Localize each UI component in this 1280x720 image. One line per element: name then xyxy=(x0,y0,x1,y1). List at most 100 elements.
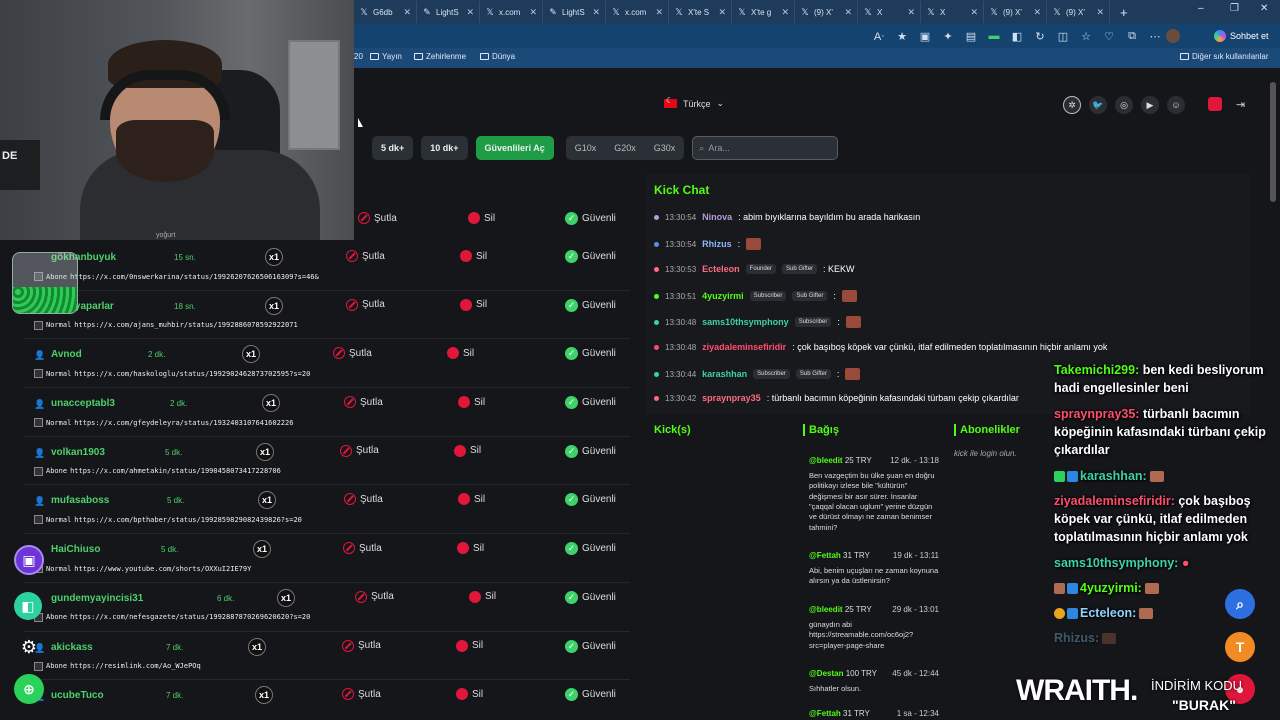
tab-close-icon[interactable]: ✕ xyxy=(907,7,915,18)
filter-10dk-button[interactable]: 10 dk+ xyxy=(421,136,468,160)
settings-gear-icon[interactable]: ⚙ xyxy=(14,632,44,662)
message-user[interactable]: ziyadaleminsefiridir xyxy=(702,342,786,352)
copilot-chat-button[interactable]: Sohbet et xyxy=(1210,27,1277,45)
sil-button[interactable]: Sil xyxy=(458,493,485,506)
sil-button[interactable]: Sil xyxy=(454,444,481,457)
row-username[interactable]: unacceptabl3 xyxy=(51,398,115,409)
row-url[interactable]: Normal https://x.com/gfeydeleyra/status/1… xyxy=(34,418,293,428)
favorite-star-icon[interactable]: ★ xyxy=(895,29,909,43)
split-screen-icon[interactable]: ◫ xyxy=(1056,29,1070,43)
tab-close-icon[interactable]: ✕ xyxy=(1033,7,1041,18)
tab-close-icon[interactable]: ✕ xyxy=(844,7,852,18)
browser-tab[interactable]: 𝕏 X'te g ✕ xyxy=(732,1,795,23)
youtube-icon[interactable]: ▶ xyxy=(1141,96,1159,114)
add-user-icon[interactable]: ⊕ xyxy=(14,674,44,704)
bookmark-yayin[interactable]: Yayın xyxy=(370,52,402,61)
bookmark-partial[interactable]: 20 xyxy=(354,52,363,61)
sutla-button[interactable]: Şutla xyxy=(358,212,397,224)
filter-5dk-button[interactable]: 5 dk+ xyxy=(372,136,414,160)
guvenli-button[interactable]: ✓ Güvenli xyxy=(565,590,616,604)
sil-button[interactable]: Sil xyxy=(458,396,485,409)
row-url[interactable]: Normal https://x.com/bpthaber/status/1992… xyxy=(34,515,302,525)
sil-button[interactable]: Sil xyxy=(460,250,487,262)
favorites-icon[interactable]: ☆ xyxy=(1079,29,1093,43)
guvenli-button[interactable]: ✓ Güvenli xyxy=(565,688,616,702)
heart-icon[interactable]: ♡ xyxy=(1102,29,1116,43)
message-user[interactable]: sams10thsymphony xyxy=(702,317,789,327)
guvenli-button[interactable]: ✓ Güvenli xyxy=(565,639,616,653)
instagram-icon[interactable]: ◎ xyxy=(1115,96,1133,114)
browser-tab[interactable]: 𝕏 (9) X' ✕ xyxy=(984,1,1047,23)
row-username[interactable]: mufasaboss xyxy=(51,495,109,506)
row-url[interactable]: Normal https://x.com/haskologlu/status/19… xyxy=(34,369,310,379)
sutla-button[interactable]: Şutla xyxy=(344,493,383,506)
sil-button[interactable]: Sil xyxy=(447,347,474,360)
guvenli-button[interactable]: ✓ Güvenli xyxy=(565,250,616,263)
new-tab-button[interactable]: + xyxy=(1110,5,1138,20)
message-user[interactable]: Ecteleon xyxy=(702,264,740,274)
guvenli-button[interactable]: ✓ Güvenli xyxy=(565,212,616,225)
message-user[interactable]: 4yuzyirmi xyxy=(702,291,744,301)
filter-g30x-button[interactable]: G30x xyxy=(645,143,685,153)
tab-close-icon[interactable]: ✕ xyxy=(655,7,663,18)
sutla-button[interactable]: Şutla xyxy=(344,396,383,409)
message-user[interactable]: Ninova xyxy=(702,212,732,222)
sutla-button[interactable]: Şutla xyxy=(342,688,381,701)
discord-icon[interactable]: ☺ xyxy=(1167,96,1185,114)
browser-tab[interactable]: 𝕏 X ✕ xyxy=(921,1,984,23)
sutla-button[interactable]: Şutla xyxy=(342,639,381,652)
message-user[interactable]: karashhan xyxy=(702,369,747,379)
refresh-icon[interactable]: ↻ xyxy=(1033,29,1047,43)
checkbox-icon[interactable] xyxy=(34,466,43,476)
extension-icon[interactable]: ▬ xyxy=(987,29,1001,43)
tab-close-icon[interactable]: ✕ xyxy=(466,7,474,18)
logout-icon[interactable]: ⇥ xyxy=(1236,98,1245,111)
row-url[interactable]: Abone https://resimlink.com/Ao_WJePOq xyxy=(34,661,201,671)
checkbox-icon[interactable] xyxy=(34,515,43,525)
tab-close-icon[interactable]: ✕ xyxy=(970,7,978,18)
sil-button[interactable]: Sil xyxy=(468,212,495,224)
row-username[interactable]: akickass xyxy=(51,642,93,653)
kick-icon[interactable]: ✲ xyxy=(1063,96,1081,114)
row-url[interactable]: Abone https://x.com/nefesgazete/status/19… xyxy=(34,612,310,622)
sutla-button[interactable]: Şutla xyxy=(340,444,379,457)
maximize-icon[interactable]: ❐ xyxy=(1230,3,1239,14)
url-input[interactable] xyxy=(354,27,874,45)
twitch-icon[interactable]: ▣ xyxy=(14,545,44,575)
row-url[interactable]: Normal https://www.youtube.com/shorts/OXX… xyxy=(34,564,251,574)
row-username[interactable]: gundemyayincisi31 xyxy=(51,593,143,604)
other-bookmarks[interactable]: Diğer sık kullanılanlar xyxy=(1180,52,1268,61)
twitter-icon[interactable]: 🐦 xyxy=(1089,96,1107,114)
language-selector[interactable]: Türkçe ⌄ xyxy=(664,96,724,109)
tab-close-icon[interactable]: ✕ xyxy=(1096,7,1104,18)
sutla-button[interactable]: Şutla xyxy=(346,298,385,311)
filter-g20x-button[interactable]: G20x xyxy=(605,143,645,153)
sil-button[interactable]: Sil xyxy=(460,298,487,311)
browser-tab[interactable]: 𝕏x.com ✕ xyxy=(480,1,543,23)
filter-g10x-button[interactable]: G10x xyxy=(566,143,606,153)
app-icon[interactable]: ◧ xyxy=(14,592,42,620)
sil-button[interactable]: Sil xyxy=(457,542,484,555)
record-icon[interactable] xyxy=(1208,97,1222,111)
open-safe-button[interactable]: Güvenlileri Aç xyxy=(475,136,554,160)
checkbox-icon[interactable] xyxy=(34,320,43,330)
row-url[interactable]: Abone https://x.com/ahmetakin/status/1990… xyxy=(34,466,281,476)
row-url[interactable]: Normal https://x.com/ajans_muhbir/status/… xyxy=(34,320,298,330)
browser-tab[interactable]: 𝕏x.com ✕ xyxy=(606,1,669,23)
browser-tab[interactable]: 𝕏 X ✕ xyxy=(858,1,921,23)
collections-icon[interactable]: ⧉ xyxy=(1125,29,1139,43)
guvenli-button[interactable]: ✓ Güvenli xyxy=(565,298,616,312)
profile-avatar[interactable] xyxy=(1166,29,1180,43)
browser-tab[interactable]: 𝕏 G6db ✕ xyxy=(354,1,417,23)
checkbox-icon[interactable] xyxy=(34,369,43,379)
tab-close-icon[interactable]: ✕ xyxy=(403,7,411,18)
tab-close-icon[interactable]: ✕ xyxy=(529,7,537,18)
sutla-button[interactable]: Şutla xyxy=(333,347,372,360)
message-user[interactable]: Rhizus xyxy=(702,239,732,249)
sil-button[interactable]: Sil xyxy=(456,639,483,652)
minimize-icon[interactable]: – xyxy=(1198,3,1204,14)
message-user[interactable]: spraynpray35 xyxy=(702,393,761,403)
row-username[interactable]: HaiChiuso xyxy=(51,544,100,555)
extension-icon[interactable]: ◧ xyxy=(1010,29,1024,43)
browser-tab[interactable]: ✎ LightS ✕ xyxy=(543,1,606,23)
